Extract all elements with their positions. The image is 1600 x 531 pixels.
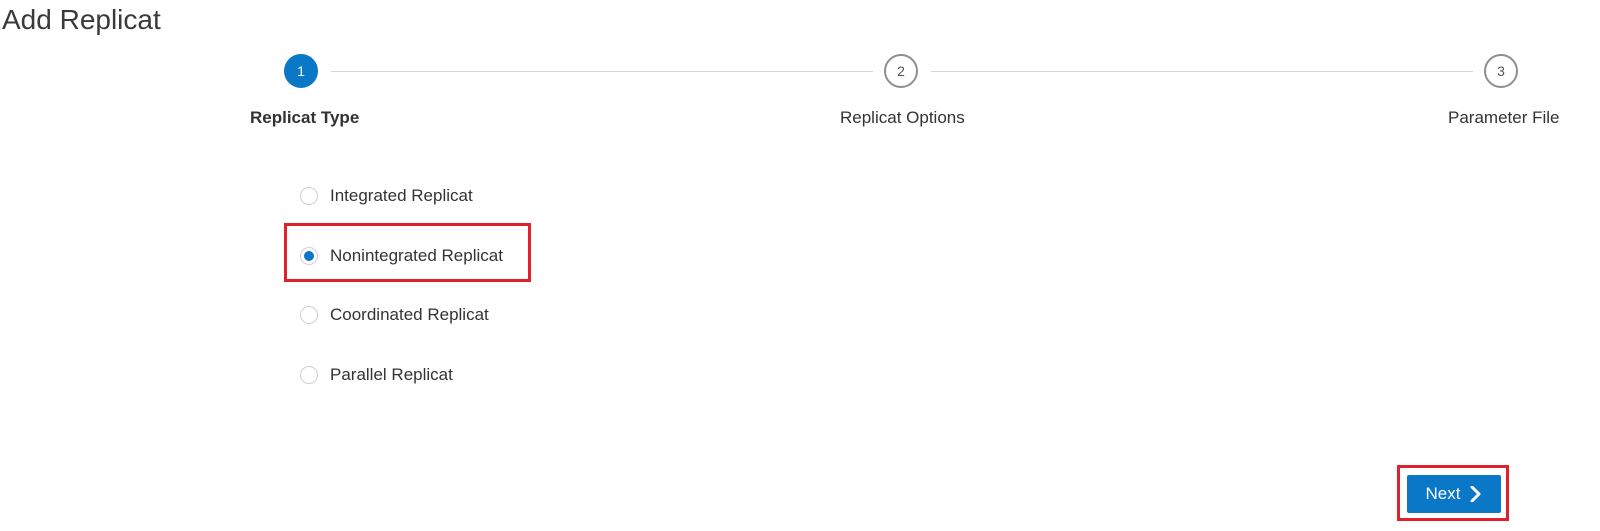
step-3-label[interactable]: Parameter File bbox=[1448, 107, 1559, 129]
step-2-number: 2 bbox=[897, 63, 905, 79]
radio-label-parallel: Parallel Replicat bbox=[330, 365, 453, 384]
stepper-connector-2-3 bbox=[931, 71, 1473, 72]
step-1-circle[interactable]: 1 bbox=[284, 54, 318, 88]
radio-option-integrated-replicat[interactable]: Integrated Replicat bbox=[300, 182, 473, 210]
stepper-connector-1-2 bbox=[331, 71, 873, 72]
step-3-number: 3 bbox=[1497, 63, 1505, 79]
add-replicat-page: Add Replicat 1 2 3 Replicat Type Replica… bbox=[0, 0, 1600, 531]
radio-option-coordinated-replicat[interactable]: Coordinated Replicat bbox=[300, 301, 489, 329]
radio-label-coordinated: Coordinated Replicat bbox=[330, 305, 489, 324]
chevron-right-icon bbox=[1470, 486, 1482, 502]
step-3-circle[interactable]: 3 bbox=[1484, 54, 1518, 88]
highlight-box-nonintegrated bbox=[284, 223, 531, 282]
step-1-label[interactable]: Replicat Type bbox=[250, 107, 359, 129]
radio-button-parallel[interactable] bbox=[300, 366, 318, 384]
radio-option-parallel-replicat[interactable]: Parallel Replicat bbox=[300, 361, 453, 389]
radio-label-integrated: Integrated Replicat bbox=[330, 186, 473, 205]
radio-button-integrated[interactable] bbox=[300, 187, 318, 205]
step-2-label[interactable]: Replicat Options bbox=[840, 107, 965, 129]
radio-button-coordinated[interactable] bbox=[300, 306, 318, 324]
step-2-circle[interactable]: 2 bbox=[884, 54, 918, 88]
next-button[interactable]: Next bbox=[1407, 475, 1501, 513]
next-button-label: Next bbox=[1425, 484, 1461, 503]
step-1-number: 1 bbox=[297, 63, 305, 79]
page-title: Add Replicat bbox=[2, 4, 161, 35]
